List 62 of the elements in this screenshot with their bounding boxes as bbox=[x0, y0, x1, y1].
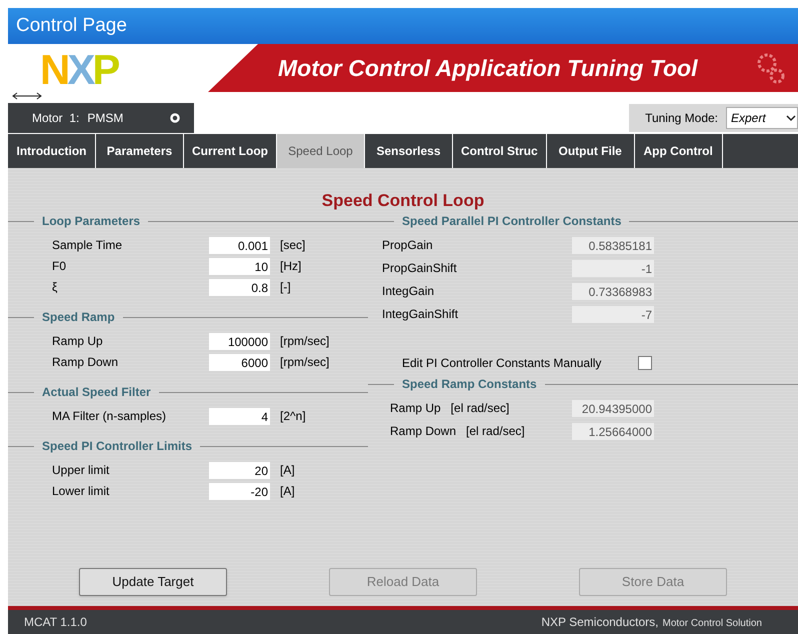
field-label: IntegGainShift bbox=[382, 306, 460, 323]
unit-label: [A] bbox=[280, 483, 295, 500]
ring-icon[interactable] bbox=[170, 113, 180, 123]
field-label: Ramp Down bbox=[52, 354, 120, 371]
motor-label: Motor 1: bbox=[32, 110, 80, 127]
field-label: Sample Time bbox=[52, 237, 124, 254]
motor-type: PMSM bbox=[87, 110, 124, 127]
app-title: Motor Control Application Tuning Tool bbox=[278, 54, 698, 83]
chevron-down-icon bbox=[785, 113, 797, 123]
logo: NXP bbox=[40, 49, 118, 91]
readonly-field: 0.58385181 bbox=[572, 236, 654, 254]
readonly-field: -1 bbox=[572, 260, 654, 276]
checkbox-label: Edit PI Controller Constants Manually bbox=[402, 355, 602, 372]
window-title: Control Page bbox=[16, 14, 127, 38]
field-label: PropGain bbox=[382, 237, 434, 254]
field-label: Ramp Up bbox=[52, 333, 104, 350]
unit-label: [2^n] bbox=[280, 408, 306, 425]
input-field[interactable]: 20 bbox=[209, 462, 270, 478]
input-field[interactable]: -20 bbox=[209, 482, 270, 500]
field-label: Ramp Down [el rad/sec] bbox=[390, 423, 526, 440]
unit-label: [rpm/sec] bbox=[280, 333, 330, 350]
input-field[interactable]: 10 bbox=[209, 258, 270, 274]
field-label: IntegGain bbox=[382, 283, 436, 300]
group-title: Speed Parallel PI Controller Constants bbox=[402, 213, 622, 230]
tuning-mode-label: Tuning Mode: bbox=[645, 110, 718, 127]
unit-label: [sec] bbox=[280, 237, 306, 254]
input-field[interactable]: 4 bbox=[209, 408, 270, 424]
page-title: Speed Control Loop bbox=[322, 190, 484, 210]
field-label: PropGainShift bbox=[382, 260, 458, 277]
unit-label: [Hz] bbox=[280, 258, 302, 275]
group-title: Speed Ramp Constants bbox=[402, 376, 537, 393]
group-title: Speed PI Controller Limits bbox=[42, 438, 192, 455]
field-label: Ramp Up [el rad/sec] bbox=[390, 400, 510, 417]
tuning-mode-select[interactable]: Expert bbox=[726, 107, 798, 129]
field-label: Lower limit bbox=[52, 483, 110, 500]
readonly-field: 20.94395000 bbox=[572, 400, 654, 416]
field-label: MA Filter (n-samples) bbox=[52, 408, 168, 425]
unit-label: [A] bbox=[280, 462, 295, 479]
readonly-field: 0.73368983 bbox=[572, 282, 654, 300]
field-label: Upper limit bbox=[52, 462, 110, 479]
group-title: Loop Parameters bbox=[42, 213, 140, 230]
input-field[interactable]: 0.8 bbox=[209, 278, 270, 296]
input-field[interactable]: 100000 bbox=[209, 332, 270, 350]
action-button[interactable]: Update Target bbox=[79, 568, 227, 596]
unit-label: [rpm/sec] bbox=[280, 354, 330, 371]
version-text: MCAT 1.1.0 bbox=[24, 614, 87, 631]
input-field[interactable]: 0.001 bbox=[209, 236, 270, 254]
readonly-field: -7 bbox=[572, 306, 654, 322]
group-title: Speed Ramp bbox=[42, 309, 115, 326]
motor-selector[interactable]: Motor 1: PMSM bbox=[8, 103, 194, 133]
readonly-field: 1.25664000 bbox=[572, 422, 654, 440]
resize-arrows-icon[interactable] bbox=[12, 92, 42, 100]
input-field[interactable]: 6000 bbox=[209, 354, 270, 370]
tab[interactable]: Speed Loop bbox=[277, 134, 365, 168]
field-label: ξ bbox=[52, 279, 58, 296]
company-text: NXP Semiconductors, bbox=[541, 614, 658, 631]
group-title: Actual Speed Filter bbox=[42, 384, 151, 401]
gears-icon bbox=[756, 51, 786, 85]
checkbox[interactable] bbox=[638, 356, 652, 370]
field-label: F0 bbox=[52, 258, 68, 275]
product-text: Motor Control Solution bbox=[662, 617, 762, 631]
unit-label: [-] bbox=[280, 279, 291, 296]
